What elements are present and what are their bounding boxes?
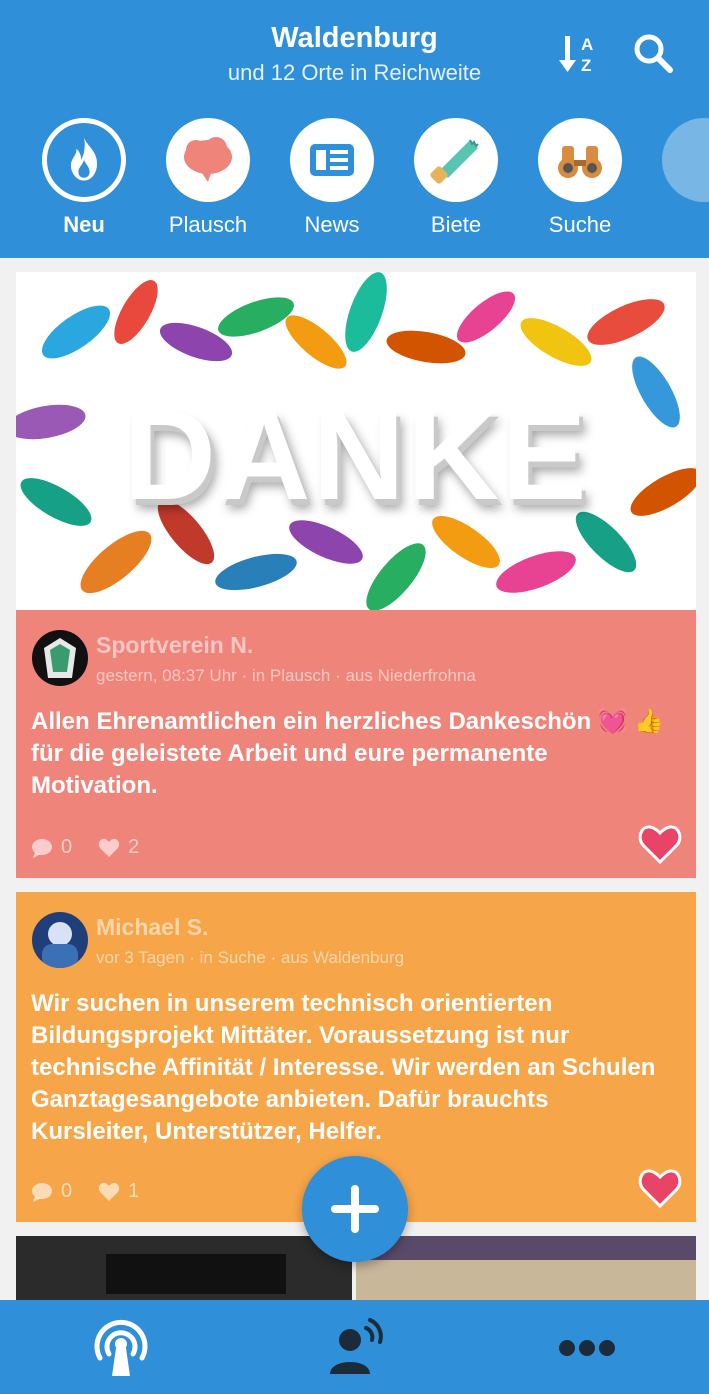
heart-icon: [98, 1182, 120, 1201]
user-signal-icon[interactable]: [320, 1314, 390, 1380]
post-meta: gestern, 08:37 Uhr · in Plausch · aus Ni…: [96, 666, 476, 685]
binoculars-icon: [538, 118, 622, 202]
post-text: Allen Ehrenamtlichen ein herzliches Dank…: [31, 708, 665, 799]
like-button[interactable]: [638, 824, 682, 865]
category-label: Neu: [63, 212, 105, 237]
comment-icon: [32, 1182, 52, 1202]
category-biete[interactable]: Biete: [408, 118, 504, 238]
category-plausch[interactable]: Plausch: [160, 118, 256, 238]
svg-text:Z: Z: [581, 56, 591, 75]
app-header: Waldenburg und 12 Orte in Reichweite A Z…: [0, 0, 709, 258]
like-count-value: 1: [128, 1180, 140, 1202]
comment-count-value: 0: [61, 1180, 73, 1202]
saw-icon: [414, 118, 498, 202]
category-label: Suche: [548, 212, 612, 237]
heart-icon: [98, 838, 120, 857]
heart-icon: [638, 825, 682, 865]
avatar[interactable]: [32, 630, 88, 686]
post-stats: 0 1: [31, 1180, 139, 1203]
category-suche[interactable]: Suche: [532, 118, 628, 238]
like-count[interactable]: 2: [98, 836, 139, 859]
like-count-value: 2: [128, 836, 140, 858]
post-author[interactable]: Sportverein N.: [96, 632, 253, 659]
like-count[interactable]: 1: [98, 1180, 139, 1203]
post-card[interactable]: Sportverein N. gestern, 08:37 Uhr · in P…: [16, 610, 696, 878]
category-label: Biete: [430, 212, 482, 237]
category-label: News: [304, 212, 360, 237]
post-image[interactable]: [16, 1236, 352, 1300]
search-icon[interactable]: [630, 30, 676, 76]
category-icon: [662, 118, 709, 202]
add-post-button[interactable]: [302, 1156, 408, 1262]
post-meta: vor 3 Tagen · in Suche · aus Waldenburg: [96, 948, 405, 967]
comment-icon: [32, 838, 52, 858]
category-partial[interactable]: [656, 118, 709, 202]
newspaper-icon: [290, 118, 374, 202]
comment-count[interactable]: 0: [31, 836, 72, 859]
post-image[interactable]: [356, 1236, 696, 1300]
broadcast-icon[interactable]: [86, 1314, 156, 1380]
feed: DANKE Sportverein N. gestern, 08:37 Uhr …: [0, 258, 709, 1300]
bottom-navigation: [0, 1300, 709, 1394]
post-text: Wir suchen in unserem technisch orientie…: [31, 990, 656, 1145]
post-stats: 0 2: [31, 836, 139, 859]
like-button[interactable]: [638, 1168, 682, 1209]
more-dots-icon[interactable]: [552, 1314, 622, 1380]
svg-text:A: A: [581, 35, 593, 54]
banner-image[interactable]: DANKE: [16, 272, 696, 610]
sort-az-icon[interactable]: A Z: [558, 30, 604, 76]
category-neu[interactable]: Neu: [36, 118, 132, 238]
category-news[interactable]: News: [284, 118, 380, 238]
heart-icon: [638, 1169, 682, 1209]
flame-icon: [42, 118, 126, 202]
comment-count[interactable]: 0: [31, 1180, 72, 1203]
category-label: Plausch: [168, 212, 248, 237]
post-author[interactable]: Michael S.: [96, 914, 208, 941]
chat-bubble-icon: [166, 118, 250, 202]
plus-icon: [331, 1185, 379, 1233]
banner-text: DANKE: [123, 384, 589, 527]
avatar[interactable]: [32, 912, 88, 968]
comment-count-value: 0: [61, 836, 73, 858]
